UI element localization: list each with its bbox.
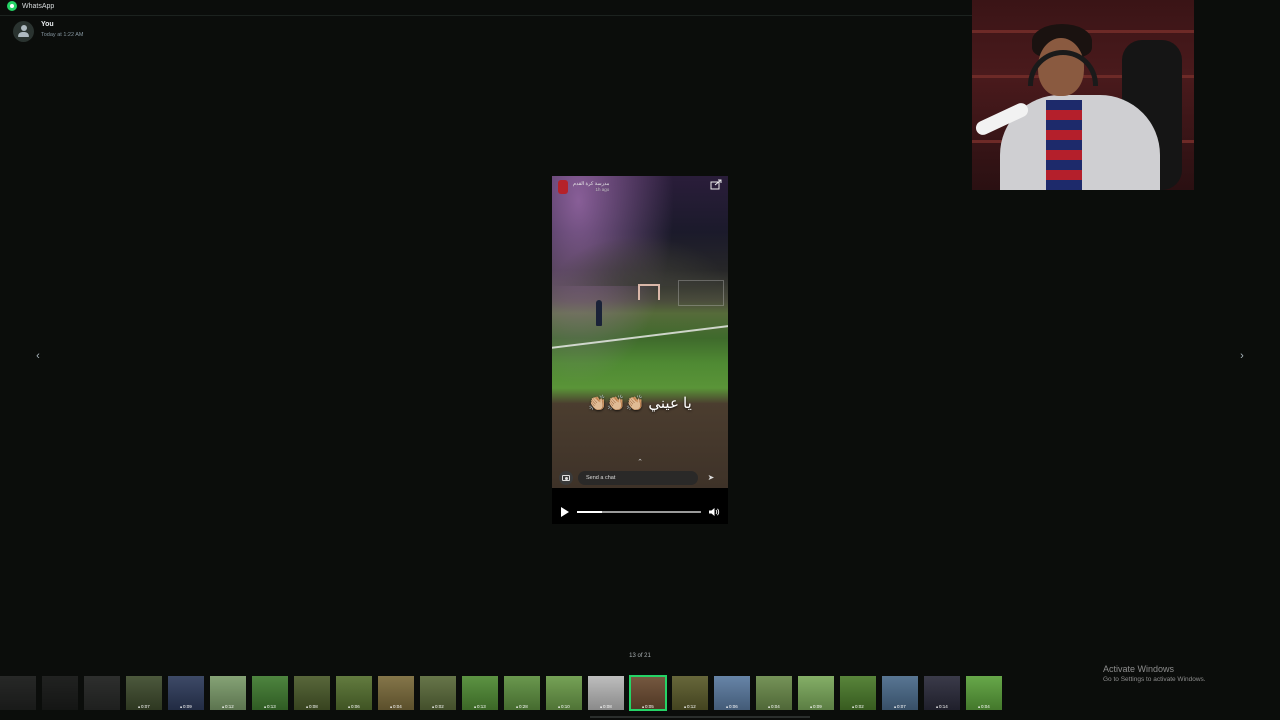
media-viewer: مدرسة كرة القدم 1h ago يا عيني 👏🏼👏🏼👏🏼 ⌃ … <box>552 176 728 524</box>
video-frame[interactable]: مدرسة كرة القدم 1h ago يا عيني 👏🏼👏🏼👏🏼 ⌃ … <box>552 176 728 488</box>
thumbnail-duration: 0:05 <box>630 704 666 709</box>
thumbnail-duration: 0:28 <box>504 704 540 709</box>
media-thumbnail[interactable]: 0:04 <box>756 676 792 710</box>
video-controls <box>552 502 728 522</box>
media-thumbnail[interactable] <box>42 676 78 710</box>
send-icon[interactable]: ➤ <box>706 473 716 483</box>
thumbnail-duration: 0:06 <box>714 704 750 709</box>
story-age: 1h ago <box>595 187 610 192</box>
webcam-overlay <box>972 0 1194 190</box>
scarf <box>1046 100 1082 190</box>
goal-post <box>638 284 660 300</box>
seek-progress <box>577 511 602 513</box>
sender-name: You <box>41 21 54 28</box>
media-thumbnail[interactable]: 0:02 <box>840 676 876 710</box>
story-caption: يا عيني 👏🏼👏🏼👏🏼 <box>588 395 692 412</box>
chat-input[interactable]: Send a chat <box>578 471 698 485</box>
watermark-title: Activate Windows <box>1103 664 1175 674</box>
watermark-subtitle: Go to Settings to activate Windows. <box>1103 676 1206 683</box>
media-thumbnail[interactable]: 0:05 <box>629 675 667 711</box>
media-thumbnail[interactable] <box>84 676 120 710</box>
media-thumbnail[interactable]: 0:13 <box>462 676 498 710</box>
media-thumbnail[interactable]: 0:04 <box>378 676 414 710</box>
media-thumbnail[interactable]: 0:10 <box>546 676 582 710</box>
media-thumbnail[interactable]: 0:12 <box>672 676 708 710</box>
chevron-right-icon[interactable]: › <box>1235 349 1249 363</box>
media-thumbnail[interactable]: 0:13 <box>252 676 288 710</box>
avatar[interactable] <box>13 21 34 42</box>
thumbnail-duration: 0:06 <box>336 704 372 709</box>
media-thumbnail[interactable]: 0:09 <box>798 676 834 710</box>
volume-icon[interactable] <box>708 507 720 517</box>
play-icon[interactable] <box>560 507 570 517</box>
thumbnail-strip: 0:07 0:09 0:12 0:13 0:08 0:06 0:04 0:02 0:13 0:28… <box>0 675 1002 711</box>
header-divider <box>0 15 972 16</box>
media-thumbnail[interactable]: 0:08 <box>294 676 330 710</box>
thumbnail-duration: 0:10 <box>546 704 582 709</box>
story-header: مدرسة كرة القدم 1h ago <box>552 176 728 198</box>
thumbnail-duration: 0:02 <box>420 704 456 709</box>
media-thumbnail[interactable]: 0:02 <box>420 676 456 710</box>
title-bar: WhatsApp <box>0 0 972 12</box>
media-thumbnail[interactable]: 0:06 <box>714 676 750 710</box>
story-avatar <box>558 180 568 194</box>
thumbnail-duration: 0:04 <box>966 704 1002 709</box>
player-figure <box>596 300 602 326</box>
media-thumbnail[interactable]: 0:04 <box>966 676 1002 710</box>
chevron-up-icon[interactable]: ⌃ <box>634 459 646 467</box>
thumbnail-duration: 0:09 <box>798 704 834 709</box>
media-thumbnail[interactable]: 0:14 <box>924 676 960 710</box>
pitch-line <box>552 323 728 350</box>
chevron-left-icon[interactable]: ‹ <box>31 349 45 363</box>
media-thumbnail[interactable]: 0:07 <box>126 676 162 710</box>
sender-timestamp: Today at 1:22 AM <box>41 32 84 38</box>
goal-net <box>678 280 724 306</box>
media-thumbnail[interactable]: 0:28 <box>504 676 540 710</box>
thumbnail-duration: 0:12 <box>210 704 246 709</box>
media-thumbnail[interactable]: 0:09 <box>168 676 204 710</box>
trees-background <box>552 236 728 286</box>
seek-bar[interactable] <box>577 511 701 513</box>
thumbnail-duration: 0:13 <box>252 704 288 709</box>
chat-bar: Send a chat ➤ <box>552 468 728 488</box>
thumbnail-duration: 0:02 <box>840 704 876 709</box>
thumbnail-duration: 0:08 <box>294 704 330 709</box>
thumbnail-duration: 0:04 <box>378 704 414 709</box>
sender-info: You Today at 1:22 AM <box>13 21 84 42</box>
share-icon[interactable] <box>710 179 722 190</box>
app-title: WhatsApp <box>22 2 55 10</box>
whatsapp-icon <box>7 1 17 11</box>
media-thumbnail[interactable]: 0:06 <box>336 676 372 710</box>
thumbnail-duration: 0:04 <box>756 704 792 709</box>
windows-activation-watermark: Activate Windows Go to Settings to activ… <box>1103 664 1206 683</box>
thumbnail-duration: 0:12 <box>672 704 708 709</box>
media-counter: 13 of 21 <box>629 653 651 659</box>
media-thumbnail[interactable]: 0:07 <box>882 676 918 710</box>
thumbnail-duration: 0:13 <box>462 704 498 709</box>
taskbar-edge <box>590 716 810 718</box>
thumbnail-duration: 0:07 <box>882 704 918 709</box>
thumbnail-duration: 0:09 <box>168 704 204 709</box>
media-thumbnail[interactable]: 0:12 <box>210 676 246 710</box>
media-thumbnail[interactable] <box>0 676 36 710</box>
camera-icon[interactable] <box>559 471 573 485</box>
thumbnail-duration: 0:14 <box>924 704 960 709</box>
thumbnail-duration: 0:08 <box>588 704 624 709</box>
media-thumbnail[interactable]: 0:08 <box>588 676 624 710</box>
thumbnail-duration: 0:07 <box>126 704 162 709</box>
